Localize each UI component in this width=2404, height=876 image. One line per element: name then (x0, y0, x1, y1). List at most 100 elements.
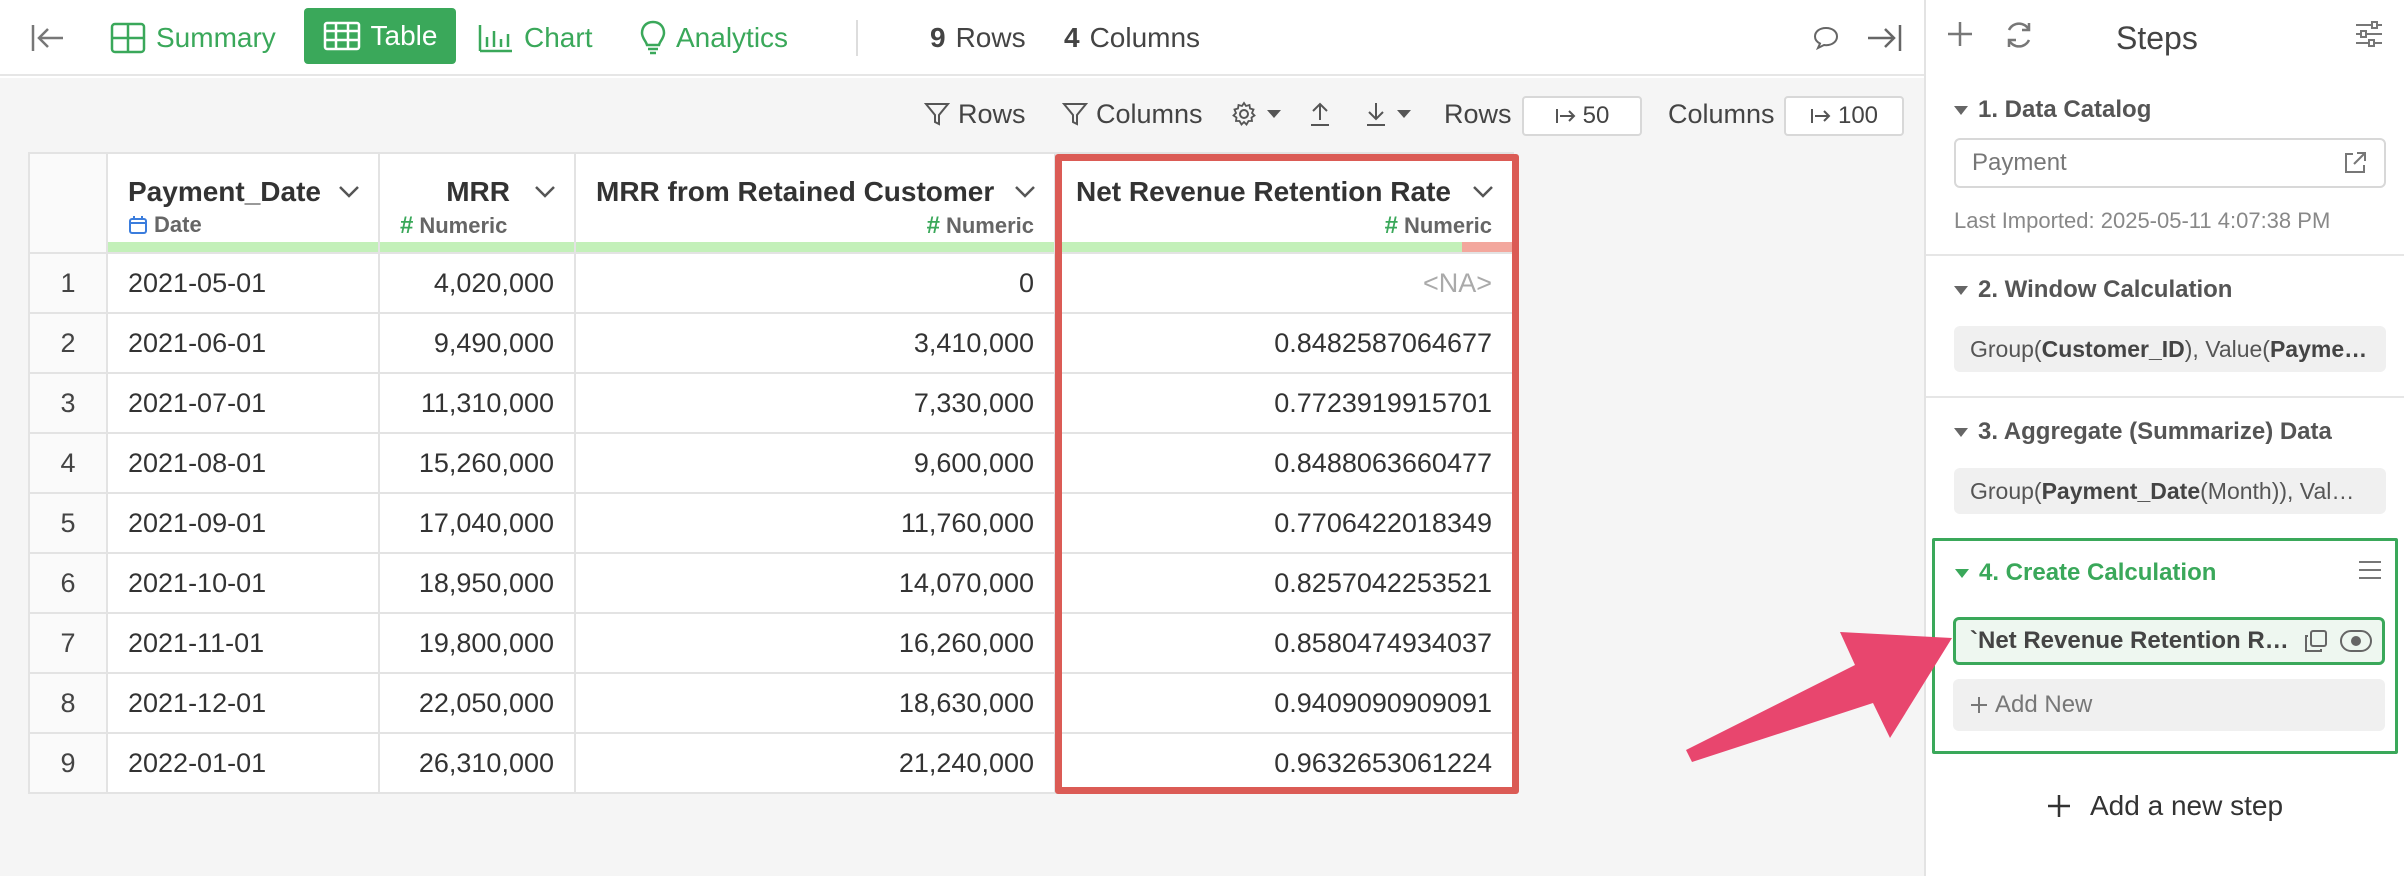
cell-mrr-retained[interactable]: 7,330,000 (574, 372, 1056, 434)
column-name: MRR (446, 176, 510, 207)
step-menu-button[interactable] (2357, 559, 2383, 581)
step-aggregate[interactable]: 3. Aggregate (Summarize) Data Group(Paym… (1926, 414, 2404, 534)
cell-mrr[interactable]: 18,950,000 (378, 552, 576, 614)
filter-columns-button[interactable]: Columns (1062, 96, 1203, 132)
cell-mrr-retained[interactable]: 11,760,000 (574, 492, 1056, 554)
cell-mrr-retained[interactable]: 9,600,000 (574, 432, 1056, 494)
cell-payment-date[interactable]: 2021-12-01 (106, 672, 380, 734)
hamburger-menu-icon (2359, 561, 2381, 579)
data-source-field[interactable]: Payment (1954, 138, 2386, 188)
column-header-payment-date[interactable]: Payment_Date Date (106, 152, 380, 254)
cell-payment-date[interactable]: 2021-09-01 (106, 492, 380, 554)
column-header-mrr-retained[interactable]: MRR from Retained Customer # Numeric (574, 152, 1056, 254)
steps-title: Steps (2116, 20, 2198, 56)
cell-mrr[interactable]: 15,260,000 (378, 432, 576, 494)
rows-limit-label: Rows (1444, 98, 1512, 129)
table-icon (323, 21, 360, 51)
cell-mrr[interactable]: 17,040,000 (378, 492, 576, 554)
add-step-button[interactable] (1944, 18, 1976, 50)
step-header[interactable]: 2. Window Calculation (1926, 272, 2404, 308)
cell-mrr[interactable]: 11,310,000 (378, 372, 576, 434)
tab-analytics[interactable]: Analytics (640, 14, 788, 62)
cell-mrr-retained[interactable]: 3,410,000 (574, 312, 1056, 374)
step-detail[interactable]: Group(Payment_Date (Month)), Val… (1954, 468, 2386, 514)
cell-payment-date[interactable]: 2021-06-01 (106, 312, 380, 374)
cell-mrr-retained[interactable]: 18,630,000 (574, 672, 1056, 734)
toolbar-divider (856, 20, 858, 56)
collapse-right-button[interactable] (1866, 14, 1902, 62)
add-new-step-button[interactable]: Add a new step (2046, 790, 2283, 822)
cell-mrr-retained[interactable]: 14,070,000 (574, 552, 1056, 614)
cell-payment-date[interactable]: 2021-05-01 (106, 252, 380, 314)
external-link-icon[interactable] (2342, 150, 2368, 176)
tab-table[interactable]: Table (304, 8, 456, 64)
step-window-calculation[interactable]: 2. Window Calculation Group(Customer_ID)… (1926, 272, 2404, 392)
upload-button[interactable] (1308, 96, 1332, 132)
cell-nrr[interactable]: 0.8482587064677 (1054, 312, 1514, 374)
collapse-left-button[interactable] (26, 14, 70, 62)
step-data-catalog[interactable]: 1. Data Catalog Payment Last Imported: 2… (1926, 92, 2404, 252)
step-header[interactable]: 3. Aggregate (Summarize) Data (1926, 414, 2404, 450)
comment-button[interactable] (1812, 14, 1840, 62)
steps-header: Steps (1926, 0, 2404, 76)
cell-mrr[interactable]: 9,490,000 (378, 312, 576, 374)
step-detail[interactable]: Group(Customer_ID), Value(Payme… (1954, 326, 2386, 372)
upload-icon (1311, 102, 1329, 126)
collapse-triangle-icon[interactable] (1954, 105, 1968, 115)
row-count: 9 Rows (930, 14, 1026, 62)
cell-nrr[interactable]: 0.7723919915701 (1054, 372, 1514, 434)
column-header-nrr[interactable]: Net Revenue Retention Rate # Numeric (1054, 152, 1514, 254)
step-header[interactable]: 4. Create Calculation (1935, 555, 2395, 591)
cell-payment-date[interactable]: 2021-10-01 (106, 552, 380, 614)
cell-nrr[interactable]: 0.9409090909091 (1054, 672, 1514, 734)
add-new-calculation-button[interactable]: Add New (1953, 679, 2385, 731)
cell-payment-date[interactable]: 2021-11-01 (106, 612, 380, 674)
chevron-down-icon[interactable] (338, 185, 360, 199)
cell-mrr[interactable]: 26,310,000 (378, 732, 576, 794)
cell-payment-date[interactable]: 2021-08-01 (106, 432, 380, 494)
cell-mrr[interactable]: 19,800,000 (378, 612, 576, 674)
collapse-triangle-icon[interactable] (1954, 285, 1968, 295)
chevron-down-icon[interactable] (1472, 185, 1494, 199)
cell-mrr[interactable]: 4,020,000 (378, 252, 576, 314)
step-title: 4. Create Calculation (1979, 559, 2217, 586)
steps-settings-button[interactable] (2354, 20, 2384, 48)
step-create-calculation[interactable]: 4. Create Calculation `Net Revenue Reten… (1932, 538, 2398, 754)
rows-limit-input[interactable]: 50 (1522, 96, 1642, 136)
column-header-mrr[interactable]: MRR # Numeric (378, 152, 576, 254)
cell-nrr[interactable]: <NA> (1054, 252, 1514, 314)
refresh-button[interactable] (2002, 18, 2036, 52)
filter-rows-label: Rows (958, 98, 1026, 129)
chevron-down-icon[interactable] (534, 185, 556, 199)
columns-limit-input[interactable]: 100 (1784, 96, 1904, 136)
cell-nrr[interactable]: 0.9632653061224 (1054, 732, 1514, 794)
cell-nrr[interactable]: 0.8257042253521 (1054, 552, 1514, 614)
tab-summary[interactable]: Summary (110, 14, 276, 62)
collapse-triangle-icon[interactable] (1954, 427, 1968, 437)
cell-mrr-retained[interactable]: 0 (574, 252, 1056, 314)
copy-icon[interactable] (2304, 629, 2328, 653)
row-index: 1 (28, 252, 108, 314)
cell-mrr-retained[interactable]: 21,240,000 (574, 732, 1056, 794)
filter-rows-button[interactable]: Rows (924, 96, 1026, 132)
calculation-item[interactable]: `Net Revenue Retention R… (1953, 617, 2385, 665)
step-title: 1. Data Catalog (1978, 96, 2152, 123)
cell-nrr[interactable]: 0.8488063660477 (1054, 432, 1514, 494)
caret-down-icon (1397, 110, 1411, 118)
cell-nrr[interactable]: 0.8580474934037 (1054, 612, 1514, 674)
data-table: Payment_Date Date MRR # Numeric MRR from… (28, 152, 1514, 794)
cell-mrr-retained[interactable]: 16,260,000 (574, 612, 1056, 674)
step-header[interactable]: 1. Data Catalog (1926, 92, 2404, 128)
visibility-toggle-icon[interactable] (2340, 630, 2372, 652)
chevron-down-icon[interactable] (1014, 185, 1036, 199)
last-imported-text: Last Imported: 2025-05-11 4:07:38 PM (1954, 208, 2331, 233)
table-settings-button[interactable] (1230, 96, 1282, 132)
cell-mrr[interactable]: 22,050,000 (378, 672, 576, 734)
download-button[interactable] (1364, 96, 1412, 132)
cell-nrr[interactable]: 0.7706422018349 (1054, 492, 1514, 554)
cell-payment-date[interactable]: 2021-07-01 (106, 372, 380, 434)
column-type: Numeric (945, 213, 1034, 238)
cell-payment-date[interactable]: 2022-01-01 (106, 732, 380, 794)
collapse-triangle-icon[interactable] (1955, 568, 1969, 578)
tab-chart[interactable]: Chart (478, 14, 592, 62)
